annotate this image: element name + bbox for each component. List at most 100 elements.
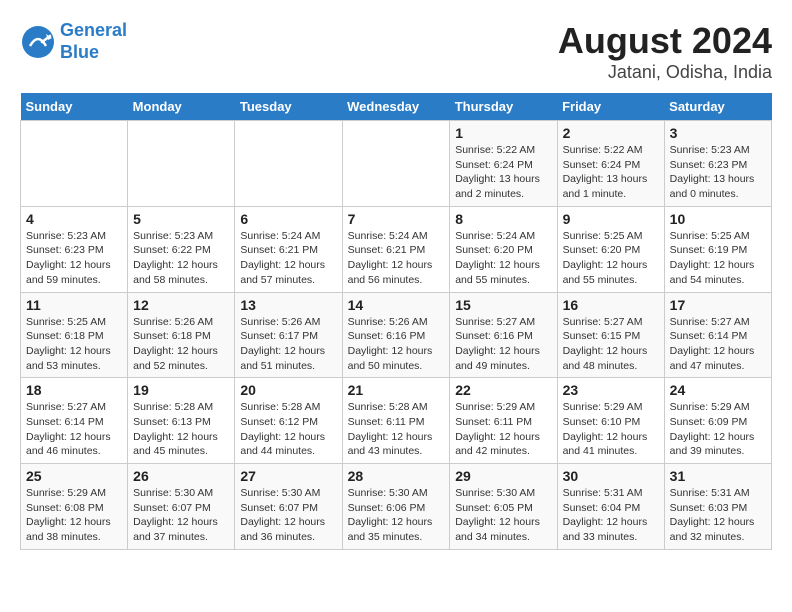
calendar-week-2: 4Sunrise: 5:23 AM Sunset: 6:23 PM Daylig…	[21, 206, 772, 292]
calendar-cell: 17Sunrise: 5:27 AM Sunset: 6:14 PM Dayli…	[664, 292, 771, 378]
day-info: Sunrise: 5:28 AM Sunset: 6:12 PM Dayligh…	[240, 400, 336, 459]
weekday-header-friday: Friday	[557, 93, 664, 121]
day-info: Sunrise: 5:29 AM Sunset: 6:11 PM Dayligh…	[455, 400, 551, 459]
calendar-cell: 27 Sunrise: 5:30 AM Sunset: 6:07 PM Dayli…	[235, 464, 342, 550]
calendar-cell: 5 Sunrise: 5:23 AM Sunset: 6:22 PM Daylig…	[128, 206, 235, 292]
calendar-week-1: 1 Sunrise: 5:22 AM Sunset: 6:24 PM Daylig…	[21, 121, 772, 207]
day-number: 14	[348, 297, 445, 313]
header: General Blue August 2024 Jatani, Odisha,…	[20, 20, 772, 83]
calendar-week-3: 11 Sunrise: 5:25 AM Sunset: 6:18 PM Dayli…	[21, 292, 772, 378]
calendar-cell: 31 Sunrise: 5:31 AM Sunset: 6:03 PM Dayli…	[664, 464, 771, 550]
day-info: Sunrise: 5:22 AM Sunset: 6:24 PM Dayligh…	[563, 143, 659, 202]
day-number: 22	[455, 382, 551, 398]
day-number: 20	[240, 382, 336, 398]
day-number: 10	[670, 211, 766, 227]
calendar-cell: 11 Sunrise: 5:25 AM Sunset: 6:18 PM Dayli…	[21, 292, 128, 378]
calendar-cell: 6Sunrise: 5:24 AM Sunset: 6:21 PM Daylig…	[235, 206, 342, 292]
location-title: Jatani, Odisha, India	[558, 62, 772, 83]
day-info: Sunrise: 5:25 AM Sunset: 6:20 PM Dayligh…	[563, 229, 659, 288]
calendar-cell: 21Sunrise: 5:28 AM Sunset: 6:11 PM Dayli…	[342, 378, 450, 464]
day-info: Sunrise: 5:26 AM Sunset: 6:16 PM Dayligh…	[348, 315, 445, 374]
calendar-cell: 30 Sunrise: 5:31 AM Sunset: 6:04 PM Dayli…	[557, 464, 664, 550]
day-info: Sunrise: 5:24 AM Sunset: 6:21 PM Dayligh…	[240, 229, 336, 288]
calendar-cell: 16 Sunrise: 5:27 AM Sunset: 6:15 PM Dayli…	[557, 292, 664, 378]
calendar-cell: 3Sunrise: 5:23 AM Sunset: 6:23 PM Daylig…	[664, 121, 771, 207]
day-info: Sunrise: 5:27 AM Sunset: 6:16 PM Dayligh…	[455, 315, 551, 374]
logo-general: General	[60, 20, 127, 40]
day-number: 27	[240, 468, 336, 484]
day-info: Sunrise: 5:29 AM Sunset: 6:10 PM Dayligh…	[563, 400, 659, 459]
calendar-table: SundayMondayTuesdayWednesdayThursdayFrid…	[20, 93, 772, 550]
calendar-cell: 29 Sunrise: 5:30 AM Sunset: 6:05 PM Dayli…	[450, 464, 557, 550]
day-number: 7	[348, 211, 445, 227]
day-info: Sunrise: 5:25 AM Sunset: 6:19 PM Dayligh…	[670, 229, 766, 288]
day-number: 29	[455, 468, 551, 484]
day-number: 3	[670, 125, 766, 141]
day-info: Sunrise: 5:31 AM Sunset: 6:03 PM Dayligh…	[670, 486, 766, 545]
calendar-cell: 20 Sunrise: 5:28 AM Sunset: 6:12 PM Dayli…	[235, 378, 342, 464]
title-area: August 2024 Jatani, Odisha, India	[558, 20, 772, 83]
calendar-cell: 1 Sunrise: 5:22 AM Sunset: 6:24 PM Daylig…	[450, 121, 557, 207]
day-number: 12	[133, 297, 229, 313]
weekday-header-monday: Monday	[128, 93, 235, 121]
calendar-cell: 14 Sunrise: 5:26 AM Sunset: 6:16 PM Dayli…	[342, 292, 450, 378]
calendar-cell: 19 Sunrise: 5:28 AM Sunset: 6:13 PM Dayli…	[128, 378, 235, 464]
calendar-cell: 13 Sunrise: 5:26 AM Sunset: 6:17 PM Dayli…	[235, 292, 342, 378]
calendar-cell: 18Sunrise: 5:27 AM Sunset: 6:14 PM Dayli…	[21, 378, 128, 464]
day-number: 21	[348, 382, 445, 398]
day-info: Sunrise: 5:30 AM Sunset: 6:07 PM Dayligh…	[133, 486, 229, 545]
calendar-cell	[342, 121, 450, 207]
calendar-cell: 8Sunrise: 5:24 AM Sunset: 6:20 PM Daylig…	[450, 206, 557, 292]
logo: General Blue	[20, 20, 127, 63]
calendar-cell: 24 Sunrise: 5:29 AM Sunset: 6:09 PM Dayli…	[664, 378, 771, 464]
day-info: Sunrise: 5:27 AM Sunset: 6:15 PM Dayligh…	[563, 315, 659, 374]
day-number: 30	[563, 468, 659, 484]
calendar-cell: 7Sunrise: 5:24 AM Sunset: 6:21 PM Daylig…	[342, 206, 450, 292]
day-number: 19	[133, 382, 229, 398]
calendar-week-5: 25 Sunrise: 5:29 AM Sunset: 6:08 PM Dayli…	[21, 464, 772, 550]
weekday-header-thursday: Thursday	[450, 93, 557, 121]
day-info: Sunrise: 5:29 AM Sunset: 6:09 PM Dayligh…	[670, 400, 766, 459]
calendar-cell	[235, 121, 342, 207]
day-number: 25	[26, 468, 122, 484]
calendar-cell: 15 Sunrise: 5:27 AM Sunset: 6:16 PM Dayli…	[450, 292, 557, 378]
day-number: 26	[133, 468, 229, 484]
day-info: Sunrise: 5:25 AM Sunset: 6:18 PM Dayligh…	[26, 315, 122, 374]
day-number: 23	[563, 382, 659, 398]
calendar-week-4: 18Sunrise: 5:27 AM Sunset: 6:14 PM Dayli…	[21, 378, 772, 464]
day-number: 16	[563, 297, 659, 313]
day-info: Sunrise: 5:23 AM Sunset: 6:23 PM Dayligh…	[26, 229, 122, 288]
calendar-cell	[21, 121, 128, 207]
day-number: 1	[455, 125, 551, 141]
day-number: 9	[563, 211, 659, 227]
day-info: Sunrise: 5:29 AM Sunset: 6:08 PM Dayligh…	[26, 486, 122, 545]
day-info: Sunrise: 5:30 AM Sunset: 6:05 PM Dayligh…	[455, 486, 551, 545]
day-info: Sunrise: 5:26 AM Sunset: 6:18 PM Dayligh…	[133, 315, 229, 374]
logo-icon	[20, 24, 56, 60]
day-info: Sunrise: 5:27 AM Sunset: 6:14 PM Dayligh…	[670, 315, 766, 374]
weekday-header-saturday: Saturday	[664, 93, 771, 121]
calendar-cell: 25 Sunrise: 5:29 AM Sunset: 6:08 PM Dayli…	[21, 464, 128, 550]
day-number: 31	[670, 468, 766, 484]
day-info: Sunrise: 5:28 AM Sunset: 6:13 PM Dayligh…	[133, 400, 229, 459]
day-number: 15	[455, 297, 551, 313]
calendar-cell: 2 Sunrise: 5:22 AM Sunset: 6:24 PM Daylig…	[557, 121, 664, 207]
day-number: 5	[133, 211, 229, 227]
day-number: 13	[240, 297, 336, 313]
day-number: 24	[670, 382, 766, 398]
day-info: Sunrise: 5:31 AM Sunset: 6:04 PM Dayligh…	[563, 486, 659, 545]
day-number: 11	[26, 297, 122, 313]
day-info: Sunrise: 5:30 AM Sunset: 6:06 PM Dayligh…	[348, 486, 445, 545]
weekday-header-tuesday: Tuesday	[235, 93, 342, 121]
weekday-header-row: SundayMondayTuesdayWednesdayThursdayFrid…	[21, 93, 772, 121]
day-info: Sunrise: 5:22 AM Sunset: 6:24 PM Dayligh…	[455, 143, 551, 202]
day-info: Sunrise: 5:30 AM Sunset: 6:07 PM Dayligh…	[240, 486, 336, 545]
day-info: Sunrise: 5:23 AM Sunset: 6:22 PM Dayligh…	[133, 229, 229, 288]
day-info: Sunrise: 5:26 AM Sunset: 6:17 PM Dayligh…	[240, 315, 336, 374]
calendar-cell: 4Sunrise: 5:23 AM Sunset: 6:23 PM Daylig…	[21, 206, 128, 292]
calendar-cell: 12 Sunrise: 5:26 AM Sunset: 6:18 PM Dayli…	[128, 292, 235, 378]
day-number: 28	[348, 468, 445, 484]
calendar-cell: 10 Sunrise: 5:25 AM Sunset: 6:19 PM Dayli…	[664, 206, 771, 292]
day-number: 2	[563, 125, 659, 141]
day-info: Sunrise: 5:27 AM Sunset: 6:14 PM Dayligh…	[26, 400, 122, 459]
